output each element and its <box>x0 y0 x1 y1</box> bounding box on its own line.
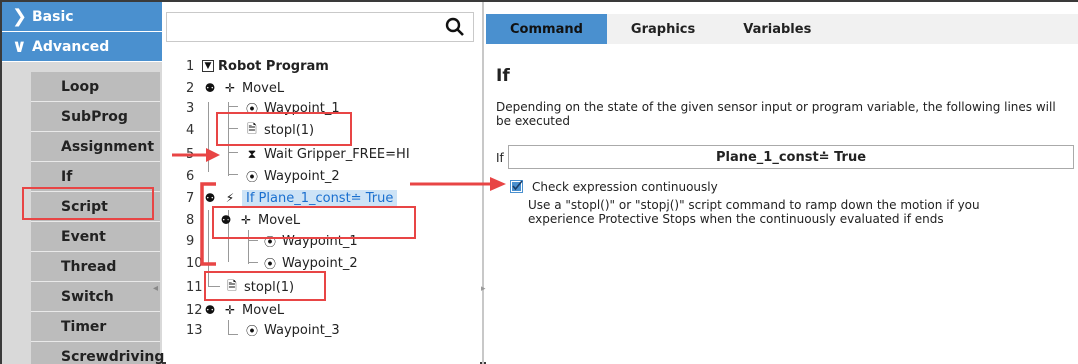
line-number: 13 <box>186 322 203 338</box>
tab-command[interactable]: Command <box>486 14 607 44</box>
tab-graphics[interactable]: Graphics <box>607 14 719 44</box>
chevron-right-icon: ❯ <box>12 6 28 27</box>
tree-line-label: If Plane_1_const≐ True <box>242 189 398 207</box>
line-number: 12 <box>186 302 203 318</box>
tree-line-label: Wait Gripper_FREE=HI <box>264 146 410 162</box>
tree-connector <box>248 240 258 241</box>
tree-line-robot-program[interactable]: 1 ▼ Robot Program <box>186 56 329 76</box>
checkbox-label[interactable]: Check expression continuously <box>532 180 718 194</box>
sidebar-item-label: Screwdriving <box>61 348 165 364</box>
tree-line-waypoint[interactable]: 6 ⦿ Waypoint_2 <box>186 166 340 186</box>
line-number: 1 <box>186 58 195 74</box>
tree-connector <box>228 152 238 153</box>
sidebar-item-screwdriving[interactable]: Screwdriving <box>31 342 164 364</box>
tree-connector <box>248 262 258 263</box>
sidebar-item-label: Switch <box>61 288 114 305</box>
command-panel: Command Graphics Variables If Depending … <box>486 2 1078 364</box>
line-number: 3 <box>186 100 195 116</box>
sidebar-item-label: Thread <box>61 258 117 275</box>
tree-line-movel[interactable]: 12 ⚉ ✛ MoveL <box>186 300 284 320</box>
move-icon: ✛ <box>224 81 236 95</box>
annotation-box-stopl-2 <box>204 271 326 301</box>
annotation-box-script-sidebar <box>22 187 154 220</box>
tree-line-label: MoveL <box>242 80 285 96</box>
sidebar-item-label: Loop <box>61 78 100 95</box>
category-basic[interactable]: ❯ Basic <box>2 2 162 32</box>
tree-line-wait[interactable]: 5 ⧗ Wait Gripper_FREE=HI <box>186 144 410 164</box>
tree-connector <box>228 320 229 334</box>
sidebar-item-switch[interactable]: Switch <box>31 282 160 312</box>
move-icon: ✛ <box>224 303 236 317</box>
search-icon[interactable] <box>445 17 465 37</box>
pin-icon: ⚉ <box>204 81 216 95</box>
sidebar-item-thread[interactable]: Thread <box>31 252 160 282</box>
annotation-bracket-if-block <box>200 182 216 266</box>
sidebar-item-label: Event <box>61 228 106 245</box>
category-label: Advanced <box>32 38 110 55</box>
tab-variables[interactable]: Variables <box>719 14 835 44</box>
sidebar-item-label: SubProg <box>61 108 128 125</box>
lightning-icon: ⚡ <box>225 191 235 205</box>
waypoint-icon: ⦿ <box>263 256 276 271</box>
hourglass-icon: ⧗ <box>247 146 257 161</box>
page-title: If <box>496 66 510 86</box>
sidebar-item-assignment[interactable]: Assignment <box>31 132 160 162</box>
tree-line-waypoint[interactable]: 13 ⦿ Waypoint_3 <box>186 320 340 340</box>
tree-line-label: Robot Program <box>218 58 329 74</box>
continuous-checkbox[interactable] <box>510 180 523 193</box>
tree-line-label: Waypoint_2 <box>264 168 340 184</box>
expression-value: Plane_1_const≐ True <box>715 149 867 165</box>
expression-field[interactable]: Plane_1_const≐ True <box>508 145 1074 169</box>
sidebar-item-label: Assignment <box>61 138 155 155</box>
sidebar-item-loop[interactable]: Loop <box>31 72 160 102</box>
sidebar-item-subprog[interactable]: SubProg <box>31 102 160 132</box>
tree-connector <box>228 106 238 107</box>
sidebar-item-event[interactable]: Event <box>31 222 160 252</box>
triangle-down-icon[interactable]: ▼ <box>202 60 214 72</box>
help-text: Use a "stopl()" or "stopj()" script comm… <box>528 198 980 226</box>
description-text: Depending on the state of the given sens… <box>496 100 1056 128</box>
checkmark-icon <box>512 180 523 191</box>
tree-line-label: Waypoint_3 <box>264 322 340 338</box>
sidebar-collapse-handle[interactable]: ◂ <box>153 283 165 297</box>
annotation-arrow-to-checkbox <box>410 177 506 191</box>
if-label: If <box>496 151 504 165</box>
waypoint-icon: ⦿ <box>245 169 258 184</box>
annotation-box-movel <box>212 206 416 239</box>
line-number: 4 <box>186 122 195 138</box>
waypoint-icon: ⦿ <box>245 323 258 338</box>
line-number: 2 <box>186 80 195 96</box>
annotation-box-stopl-1 <box>216 112 352 146</box>
annotation-arrow-to-wait <box>172 148 220 162</box>
category-label: Basic <box>32 8 74 25</box>
panel-collapse-handle[interactable]: ▸ <box>481 284 486 294</box>
tree-line-movel[interactable]: 2 ⚉ ✛ MoveL <box>186 78 284 98</box>
tree-line-waypoint[interactable]: 10 ⦿ Waypoint_2 <box>186 253 358 273</box>
search-input[interactable] <box>166 12 474 42</box>
pin-icon: ⚉ <box>204 303 216 317</box>
sidebar-item-label: Timer <box>61 318 107 335</box>
tree-connector <box>228 334 238 335</box>
tree-connector <box>228 174 238 175</box>
tree-line-label: MoveL <box>242 302 285 318</box>
tree-line-label: Waypoint_2 <box>282 255 358 271</box>
chevron-down-icon: ∨ <box>12 36 27 57</box>
sidebar-item-label: If <box>61 168 73 185</box>
sidebar-item-timer[interactable]: Timer <box>31 312 160 342</box>
tab-bar: Command Graphics Variables <box>486 14 1078 44</box>
category-advanced[interactable]: ∨ Advanced <box>2 32 162 62</box>
